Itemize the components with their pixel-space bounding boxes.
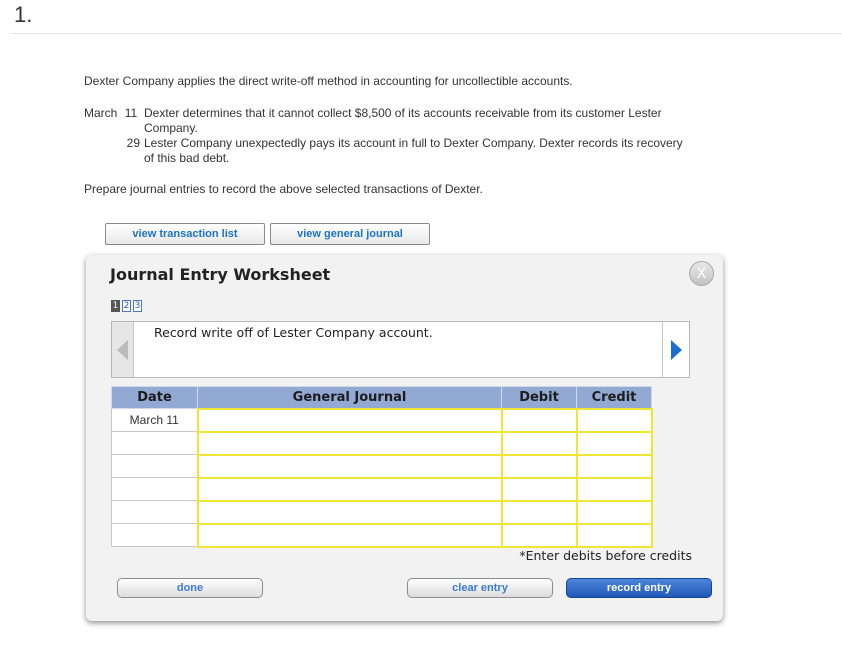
debit-input[interactable] [502,432,576,454]
table-row [111,476,653,502]
credit-input[interactable] [577,524,651,546]
previous-arrow-icon[interactable] [112,322,134,377]
date-cell: March 11 [111,408,198,432]
journal-table: Date General Journal Debit Credit March … [111,386,653,548]
view-transaction-list-button[interactable]: view transaction list [105,223,265,245]
journal-entry-worksheet: Journal Entry Worksheet X 1 2 3 Record w… [86,255,723,621]
account-input[interactable] [198,478,501,500]
page-selector: 1 2 3 [111,300,142,312]
table-header-row: Date General Journal Debit Credit [111,386,652,409]
transaction-day: 29 [126,136,140,150]
credit-input[interactable] [577,432,651,454]
table-row: March 11 [111,407,653,433]
divider [10,33,842,34]
table-row [111,430,653,456]
debit-input[interactable] [502,478,576,500]
credit-input[interactable] [577,501,651,523]
view-general-journal-button[interactable]: view general journal [270,223,430,245]
credit-input[interactable] [577,478,651,500]
date-cell [111,500,198,524]
transaction-row: March 11 Dexter determines that it canno… [84,106,689,136]
credit-input[interactable] [577,455,651,477]
date-cell [111,431,198,455]
table-row [111,453,653,479]
debit-input[interactable] [502,524,576,546]
account-input[interactable] [198,501,501,523]
debits-note: *Enter debits before credits [519,548,692,563]
debit-input[interactable] [502,501,576,523]
question-number: 1. [14,2,33,27]
column-header-general-journal: General Journal [197,386,502,409]
transaction-list: March 11 Dexter determines that it canno… [84,106,689,166]
worksheet-title: Journal Entry Worksheet [110,265,331,284]
close-icon[interactable]: X [689,261,714,286]
column-header-debit: Debit [501,386,577,409]
column-header-date: Date [111,386,198,409]
account-input[interactable] [198,409,501,431]
credit-input[interactable] [577,409,651,431]
date-cell [111,454,198,478]
entry-description: Record write off of Lester Company accou… [154,325,433,340]
page-3-button[interactable]: 3 [133,300,142,312]
next-arrow-icon[interactable] [662,322,689,377]
table-row [111,522,653,548]
account-input[interactable] [198,455,501,477]
account-input[interactable] [198,524,501,546]
page-2-button[interactable]: 2 [122,300,131,312]
clear-entry-button[interactable]: clear entry [407,578,553,598]
transaction-text: Lester Company unexpectedly pays its acc… [144,136,683,165]
instructions: Prepare journal entries to record the ab… [84,182,483,196]
record-entry-button[interactable]: record entry [566,578,712,598]
done-button[interactable]: done [117,578,263,598]
date-cell [111,523,198,547]
page-1-button[interactable]: 1 [111,300,120,312]
column-header-credit: Credit [576,386,652,409]
transaction-text: Dexter determines that it cannot collect… [144,106,662,135]
table-row [111,499,653,525]
debit-input[interactable] [502,455,576,477]
problem-intro: Dexter Company applies the direct write-… [84,74,573,88]
transaction-day: 11 [124,106,138,120]
account-input[interactable] [198,432,501,454]
date-cell [111,477,198,501]
debit-input[interactable] [502,409,576,431]
transaction-month: March [84,106,118,120]
entry-description-box: Record write off of Lester Company accou… [111,321,690,378]
transaction-row: 29 Lester Company unexpectedly pays its … [84,136,689,166]
